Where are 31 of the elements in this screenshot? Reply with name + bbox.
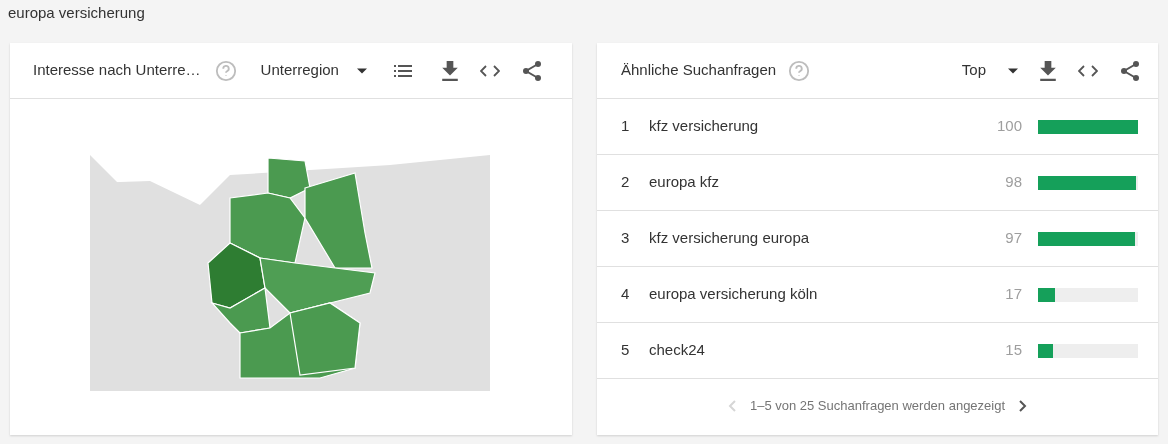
card-title: Ähnliche Suchanfragen <box>621 60 777 81</box>
query-link[interactable]: check24 <box>649 339 982 362</box>
region-dropdown[interactable]: Unterregion <box>260 59 367 82</box>
query-link[interactable]: europa kfz <box>649 171 982 194</box>
card-title: Interesse nach Unterre… <box>33 60 201 81</box>
top-dropdown[interactable]: Top <box>961 59 1018 82</box>
query-link[interactable]: kfz versicherung <box>649 115 982 138</box>
pagination-text: 1–5 von 25 Suchanfragen werden angezeigt <box>749 397 1006 416</box>
rank-number: 3 <box>621 228 631 249</box>
interest-value: 15 <box>1004 340 1022 361</box>
interest-value: 17 <box>1004 284 1022 305</box>
embed-code-icon[interactable] <box>479 64 500 77</box>
caret-icon <box>356 67 367 74</box>
caret-icon <box>1008 67 1018 74</box>
rank-number: 4 <box>621 284 631 305</box>
embed-code-icon[interactable] <box>1078 64 1098 77</box>
rank-number: 1 <box>621 116 631 137</box>
download-icon[interactable] <box>1040 60 1056 81</box>
interest-value: 97 <box>1004 228 1022 249</box>
list-icon[interactable] <box>393 63 412 78</box>
rank-number: 2 <box>621 172 631 193</box>
download-icon[interactable] <box>441 60 458 81</box>
next-page-icon[interactable] <box>1019 400 1028 412</box>
page-title: europa versicherung <box>8 3 145 23</box>
query-link[interactable]: europa versicherung köln <box>649 283 982 306</box>
share-icon[interactable] <box>1120 59 1140 82</box>
share-icon[interactable] <box>521 59 542 82</box>
rank-number: 5 <box>621 340 631 361</box>
interest-value: 98 <box>1004 172 1022 193</box>
query-link[interactable]: kfz versicherung europa <box>649 227 982 250</box>
interest-value: 100 <box>995 116 1022 137</box>
